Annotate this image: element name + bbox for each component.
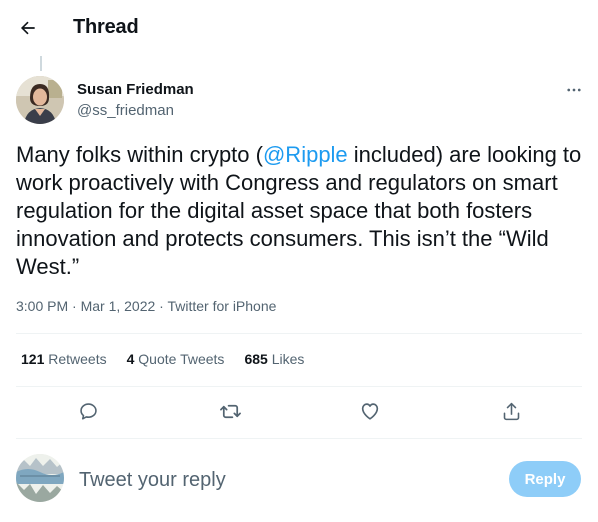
heart-icon	[361, 403, 379, 420]
quote-tweets-count: 4	[126, 351, 135, 367]
retweets-stat[interactable]: 121 Retweets	[21, 351, 107, 367]
page-title: Thread	[73, 16, 139, 38]
tweet-stats: 121 Retweets 4 Quote Tweets 685 Likes	[21, 351, 304, 367]
author-handle[interactable]: @ss_friedman	[77, 102, 174, 119]
more-options-button[interactable]	[560, 78, 588, 102]
more-horizontal-icon	[567, 88, 581, 92]
share-icon	[503, 402, 519, 420]
divider	[16, 386, 582, 387]
share-button[interactable]	[494, 394, 528, 428]
quote-tweets-stat[interactable]: 4 Quote Tweets	[127, 351, 225, 367]
back-button[interactable]	[12, 12, 44, 44]
likes-stat[interactable]: 685 Likes	[244, 351, 304, 367]
retweet-icon	[219, 404, 241, 418]
mention-link[interactable]: @Ripple	[263, 142, 348, 167]
author-avatar[interactable]	[16, 76, 64, 124]
avatar-image	[16, 454, 64, 502]
divider	[16, 333, 582, 334]
current-user-avatar[interactable]	[16, 454, 64, 502]
thread-page: Thread Susan Friedman @ss_friedman Many …	[0, 0, 598, 522]
thread-header: Thread	[0, 0, 598, 56]
retweets-count: 121	[21, 351, 45, 367]
comment-icon	[79, 402, 97, 420]
tweet-meta[interactable]: 3:00 PM · Mar 1, 2022 · Twitter for iPho…	[16, 298, 276, 314]
tweet-text: Many folks within crypto (@Ripple includ…	[16, 141, 586, 281]
tweet-actions	[0, 394, 598, 428]
likes-count: 685	[244, 351, 268, 367]
divider	[16, 438, 582, 439]
likes-label: Likes	[271, 351, 305, 367]
like-button[interactable]	[353, 394, 387, 428]
reply-button[interactable]	[71, 394, 105, 428]
retweets-label: Retweets	[48, 351, 107, 367]
arrow-left-icon	[20, 21, 35, 35]
reply-input[interactable]	[79, 466, 479, 494]
author-name[interactable]: Susan Friedman	[77, 81, 194, 98]
quote-tweets-label: Quote Tweets	[138, 351, 225, 367]
retweet-button[interactable]	[213, 394, 247, 428]
avatar-image	[16, 76, 64, 124]
reply-submit-button[interactable]: Reply	[509, 461, 581, 497]
tweet-text-before: Many folks within crypto (	[16, 142, 263, 167]
thread-connector-line	[40, 56, 42, 71]
